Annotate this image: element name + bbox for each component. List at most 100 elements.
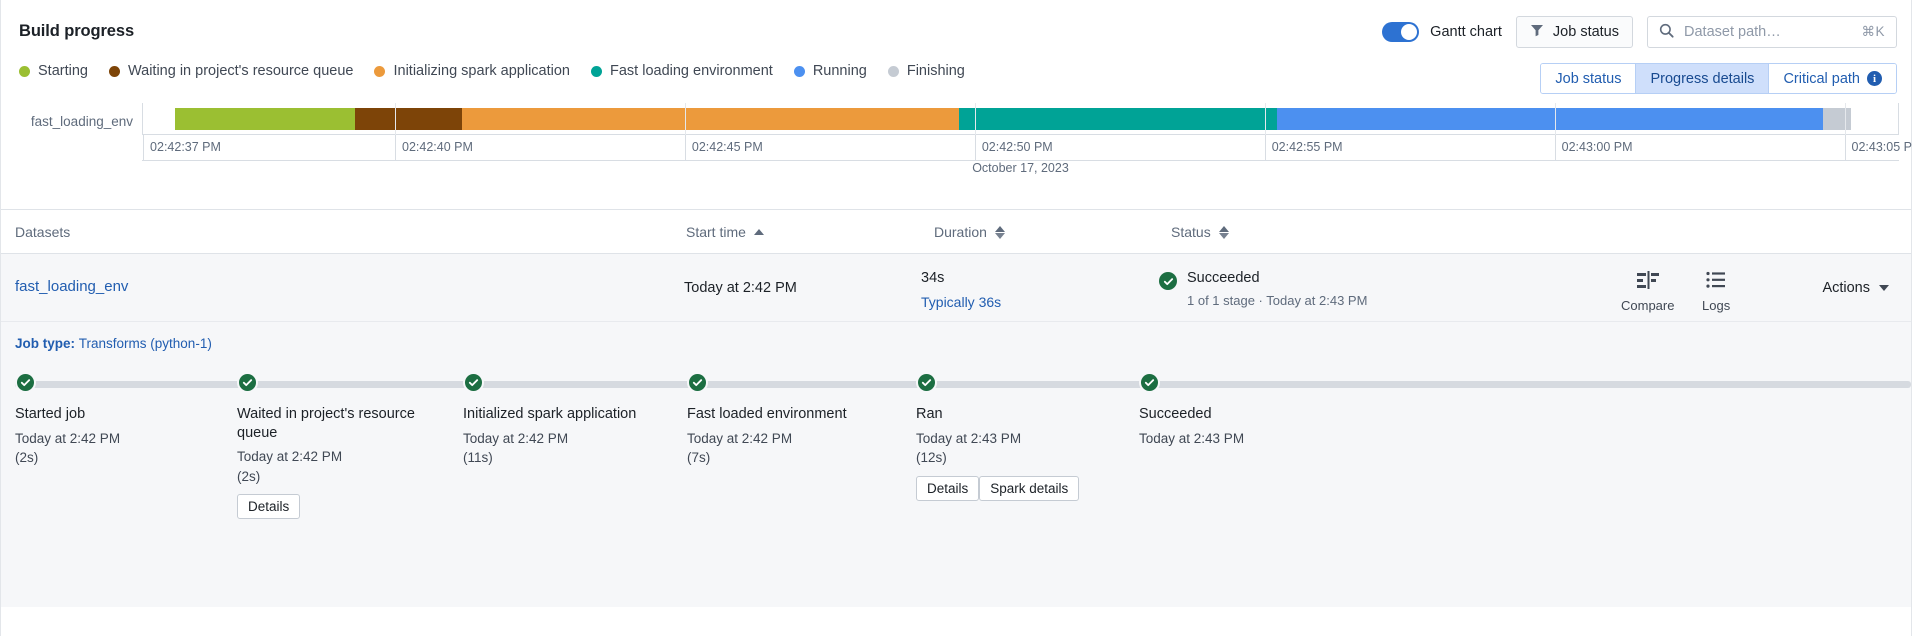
column-header-status-label: Status <box>1171 224 1211 240</box>
chevron-down-icon <box>1879 285 1889 291</box>
tab-progress-details[interactable]: Progress details <box>1636 64 1770 93</box>
legend-dot-waiting <box>108 65 120 77</box>
step-time: Today at 2:43 PM <box>916 430 1022 446</box>
spark-details-button[interactable]: Spark details <box>979 475 1080 501</box>
gantt-segment[interactable] <box>1276 108 1823 130</box>
table-row[interactable]: fast_loading_env Today at 2:42 PM 34s Ty… <box>1 254 1911 322</box>
progress-step: Fast loaded environment Today at 2:42 PM (… <box>687 372 847 468</box>
step-meta: Today at 2:43 PM (12s) <box>916 429 1079 468</box>
column-header-start-time[interactable]: Start time <box>686 224 764 240</box>
job-status-filter-button[interactable]: Job status <box>1515 16 1633 48</box>
compare-button[interactable]: Compare <box>1621 270 1674 313</box>
compare-label: Compare <box>1621 298 1675 313</box>
gantt-chart-toggle-label: Gantt chart <box>1430 24 1502 40</box>
gantt-segment[interactable] <box>959 108 1277 130</box>
tab-critical-path-label: Critical path <box>1783 70 1860 87</box>
legend-item-initializing: Initializing spark application <box>374 63 570 79</box>
progress-step: Waited in project's resource queue Today … <box>237 372 437 520</box>
legend-item-starting: Starting <box>19 63 88 79</box>
sort-both-icon[interactable] <box>1218 225 1229 239</box>
step-time: Today at 2:42 PM <box>687 430 793 446</box>
gantt-date-caption: October 17, 2023 <box>972 161 1069 175</box>
dataset-link[interactable]: fast_loading_env <box>15 278 128 295</box>
gantt-segment[interactable] <box>1822 108 1851 130</box>
dataset-path-search[interactable]: Dataset path… ⌘K <box>1647 16 1897 48</box>
gantt-gridline <box>395 103 396 135</box>
progress-steps-panel: Job type: Transforms (python-1) Started … <box>1 322 1911 636</box>
step-name: Succeeded <box>1139 406 1212 422</box>
toggle-knob <box>1401 24 1418 40</box>
step-time: Today at 2:42 PM <box>15 430 121 446</box>
step-duration: (12s) <box>916 450 947 466</box>
logs-button[interactable]: Logs <box>1702 270 1730 313</box>
legend-label-initializing: Initializing spark application <box>393 63 570 79</box>
cell-status: Succeeded 1 of 1 stage · Today at 2:43 P… <box>1159 270 1367 308</box>
panel-bottom-strip <box>1 607 1911 636</box>
gantt-chart-toggle[interactable] <box>1382 22 1420 42</box>
step-duration: (11s) <box>463 450 493 466</box>
gantt-segment[interactable] <box>174 108 356 130</box>
duration-typical: Typically 36s <box>921 294 1002 310</box>
gantt-gridline <box>1264 103 1266 135</box>
axis-tick-label: 02:42:40 PM <box>395 135 473 161</box>
column-header-duration[interactable]: Duration <box>934 224 1005 240</box>
gantt-gridline <box>974 103 976 135</box>
column-header-datasets[interactable]: Datasets <box>15 224 70 240</box>
info-icon[interactable]: i <box>1867 71 1882 86</box>
axis-tick-label: 02:43:05 PM <box>1844 135 1912 161</box>
column-header-status[interactable]: Status <box>1171 224 1229 240</box>
step-meta: Today at 2:42 PM (2s) <box>237 447 437 486</box>
step-success-check-icon <box>1139 372 1160 393</box>
progress-step: Ran Today at 2:43 PM (12s) Details Spark det… <box>916 372 1080 501</box>
step-meta: Today at 2:42 PM (11s) <box>463 429 636 468</box>
actions-label: Actions <box>1822 280 1870 296</box>
gantt-plot-area <box>142 103 1899 135</box>
axis-tick-label: 02:42:45 PM <box>684 135 763 161</box>
step-success-check-icon <box>237 372 258 393</box>
filter-icon <box>1530 23 1544 41</box>
header-controls: Gantt chart Job status Dataset path… ⌘K <box>1382 16 1897 48</box>
step-name: Ran <box>916 406 943 422</box>
tab-critical-path[interactable]: Critical path i <box>1769 64 1896 93</box>
step-name: Fast loaded environment <box>687 406 847 422</box>
sort-both-icon[interactable] <box>994 225 1005 239</box>
step-duration: (7s) <box>687 450 711 466</box>
tab-job-status[interactable]: Job status <box>1541 64 1637 93</box>
gantt-row-label: fast_loading_env <box>30 114 133 129</box>
tab-job-status-label: Job status <box>1555 70 1622 87</box>
status-badge: Succeeded <box>1187 270 1260 286</box>
duration-value: 34s <box>921 270 945 286</box>
legend-label-starting: Starting <box>38 63 88 79</box>
legend-label-running: Running <box>812 63 867 79</box>
gantt-segment[interactable] <box>355 108 463 130</box>
status-detail: 1 of 1 stage · Today at 2:43 PM <box>1187 293 1368 308</box>
legend-dot-initializing <box>374 65 386 77</box>
gantt-panel: Build progress Gantt chart Job status Da… <box>1 0 1912 210</box>
view-tab-group: Job status Progress details Critical pat… <box>1540 63 1897 94</box>
column-header-datasets-label: Datasets <box>15 224 71 240</box>
actions-menu-button[interactable]: Actions <box>1822 280 1889 296</box>
sort-asc-icon[interactable] <box>753 229 764 235</box>
step-success-check-icon <box>463 372 484 393</box>
step-time: Today at 2:42 PM <box>237 449 343 465</box>
step-duration: (2s) <box>237 468 261 484</box>
details-button[interactable]: Details <box>237 494 301 520</box>
progress-step: Succeeded Today at 2:43 PM <box>1139 372 1244 448</box>
build-progress-app: Build progress Gantt chart Job status Da… <box>0 0 1912 636</box>
legend-item-finishing: Finishing <box>887 63 965 79</box>
axis-tick-label: 02:42:55 PM <box>1264 135 1343 161</box>
gantt-segment[interactable] <box>462 108 960 130</box>
gantt-time-axis: 02:42:37 PM 02:42:40 PM 02:42:45 PM 02:42:5… <box>142 135 1912 161</box>
legend-dot-fast-loading <box>591 65 602 77</box>
axis-tick-label: 02:43:00 PM <box>1554 135 1633 161</box>
search-input[interactable]: Dataset path… <box>1684 24 1851 40</box>
legend-dot-finishing <box>887 65 899 77</box>
job-status-filter-label: Job status <box>1552 24 1619 40</box>
search-shortcut-hint: ⌘K <box>1861 24 1885 39</box>
step-success-check-icon <box>916 372 937 393</box>
step-name: Initialized spark application <box>463 406 637 422</box>
gantt-gridline <box>1844 103 1846 135</box>
details-button[interactable]: Details <box>916 475 980 501</box>
step-success-check-icon <box>687 372 708 393</box>
tab-progress-details-label: Progress details <box>1650 70 1755 87</box>
